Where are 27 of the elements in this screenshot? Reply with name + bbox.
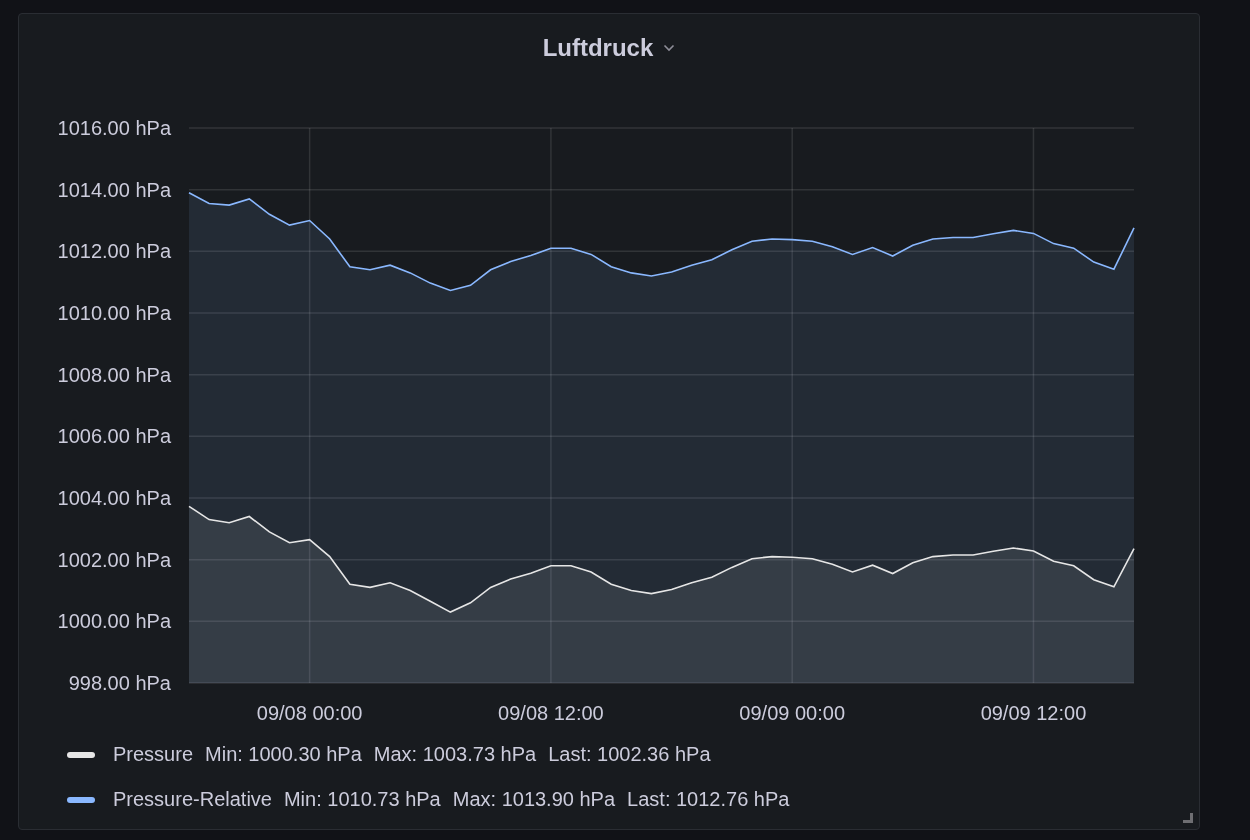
axis-tick-label: 1002.00 hPa bbox=[57, 548, 171, 571]
chevron-down-icon bbox=[663, 44, 676, 52]
legend-value: Last: 1012.76 hPa bbox=[627, 788, 790, 811]
legend-value: Last: 1002.36 hPa bbox=[548, 743, 711, 766]
legend-swatch bbox=[67, 796, 95, 803]
legend-label[interactable]: Pressure-Relative bbox=[113, 788, 272, 811]
axis-tick-label: 09/09 12:00 bbox=[980, 702, 1087, 724]
axis-tick-label: 1010.00 hPa bbox=[57, 302, 171, 324]
legend-value: Max: 1013.90 hPa bbox=[452, 788, 616, 811]
axis-tick-label: 1014.00 hPa bbox=[57, 178, 171, 201]
axis-tick-label: 1000.00 hPa bbox=[57, 610, 171, 633]
axis-tick-label: 09/09 00:00 bbox=[739, 702, 845, 724]
panel-title[interactable]: Luftdruck bbox=[538, 32, 680, 64]
legend-value: Min: 1010.73 hPa bbox=[283, 788, 441, 811]
axis-tick-label: 09/08 00:00 bbox=[256, 702, 363, 724]
axis-tick-label: 1004.00 hPa bbox=[57, 487, 171, 509]
axis-tick-label: 1008.00 hPa bbox=[57, 363, 171, 386]
legend-swatch bbox=[67, 751, 95, 758]
resize-handle-icon[interactable] bbox=[1183, 813, 1193, 823]
axis-tick-label: 998.00 hPa bbox=[68, 672, 171, 694]
legend-label[interactable]: Pressure bbox=[113, 743, 194, 766]
axis-tick-label: 1016.00 hPa bbox=[57, 117, 171, 139]
legend-value: Min: 1000.30 hPa bbox=[205, 743, 362, 766]
axis-tick-label: 1006.00 hPa bbox=[57, 425, 171, 448]
axis-tick-label: 1012.00 hPa bbox=[57, 240, 171, 263]
legend-value: Max: 1003.73 hPa bbox=[373, 743, 537, 766]
axis-tick-label: 09/08 12:00 bbox=[498, 702, 604, 724]
